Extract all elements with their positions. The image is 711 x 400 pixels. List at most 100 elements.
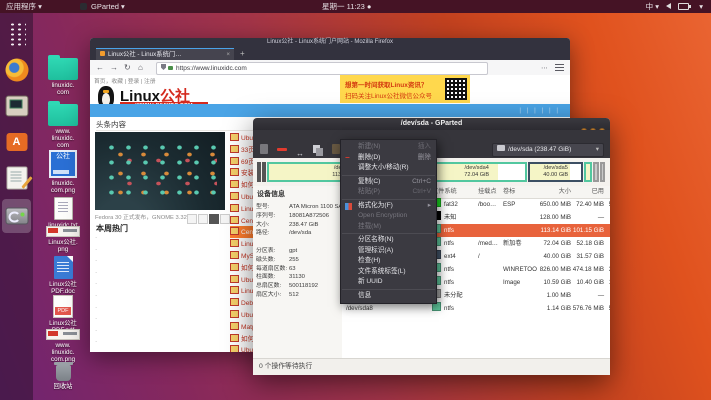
device-info-row: 大小:238.47 GiB	[256, 219, 340, 228]
menu-item-shortcut: Ctrl+V	[412, 187, 431, 198]
hot-list-link[interactable]	[95, 234, 227, 246]
menu-item[interactable]: 格式化为(F) ▸	[341, 201, 436, 212]
device-selector[interactable]: /dev/sda (238.47 GiB) ▾	[492, 143, 604, 157]
partition-segment[interactable]	[257, 162, 261, 182]
dock-item-icon[interactable]: A	[3, 127, 30, 157]
desktop-icon[interactable]: linuxidc. com	[36, 58, 90, 96]
back-button[interactable]: ←	[96, 62, 104, 73]
partition-segment[interactable]: /dev/sda5 40.00 GiB	[528, 162, 583, 182]
menu-item[interactable]: 管理标识(A)	[341, 246, 436, 257]
site-nav-item[interactable]	[519, 107, 521, 114]
menu-item[interactable]: 检查(H)	[341, 256, 436, 267]
hot-list-link[interactable]	[95, 304, 227, 316]
menu-item[interactable]: 调整大小/移动(R)	[341, 163, 436, 174]
home-button[interactable]: ⌂	[138, 62, 143, 73]
volume-icon[interactable]	[666, 3, 671, 9]
hot-list-link[interactable]	[95, 257, 227, 269]
desktop-icon[interactable]: linuxidc.txt	[36, 197, 90, 229]
dock-item-icon[interactable]	[3, 55, 30, 85]
url-bar[interactable]: https://www.linuxidc.com	[156, 62, 488, 75]
attachment-icon	[230, 275, 239, 283]
attachment-icon	[230, 239, 239, 247]
lock-icon	[168, 66, 173, 70]
system-menu-caret[interactable]: ▾	[699, 2, 703, 11]
site-navbar	[90, 104, 570, 117]
hot-list-link[interactable]	[95, 338, 227, 350]
forward-button[interactable]: →	[110, 62, 118, 73]
file-label: www. linuxidc. com.png	[36, 342, 90, 363]
pager-button[interactable]	[187, 214, 197, 224]
pager-button[interactable]	[198, 214, 208, 224]
menu-item[interactable]: 复制(C) Ctrl+C	[341, 177, 436, 188]
partition-segment[interactable]	[593, 162, 599, 182]
battery-icon[interactable]	[678, 3, 689, 10]
file-label: Linux公社. png	[36, 239, 90, 253]
file-icon	[46, 329, 80, 340]
ad-banner[interactable]: 想第一时间获取Linux资讯？ 扫码关注Linux公社微信公众号	[340, 75, 470, 103]
site-nav-item[interactable]	[532, 107, 535, 114]
site-nav-item[interactable]	[555, 107, 558, 114]
page-actions-icon[interactable]: ⋯	[541, 63, 548, 74]
copy-button[interactable]	[311, 143, 325, 155]
site-nav-item[interactable]	[525, 107, 528, 114]
desktop-icon[interactable]: 回收站	[36, 365, 90, 390]
menu-item[interactable]: 分区名称(N)	[341, 235, 436, 246]
clock[interactable]: 星期一 11:23 ●	[322, 2, 371, 11]
device-info-row	[256, 236, 340, 245]
featured-screenshot[interactable]	[95, 132, 225, 210]
reload-button[interactable]: ↻	[124, 62, 131, 73]
menu-item[interactable]: 新建(N) 插入	[341, 142, 436, 153]
hot-list-link[interactable]	[95, 280, 227, 292]
desktop-icon[interactable]: Linux公社. png	[36, 226, 90, 253]
pager-button[interactable]	[209, 214, 219, 224]
delete-partition-button[interactable]	[275, 143, 289, 155]
menu-item[interactable]: 信息	[341, 291, 436, 302]
new-partition-button[interactable]	[257, 143, 271, 155]
new-tab-button[interactable]: +	[240, 49, 245, 58]
applications-menu[interactable]: 应用程序 ▾	[6, 2, 42, 11]
gparted-titlebar[interactable]: /dev/sda - GParted	[253, 118, 610, 130]
ime-indicator[interactable]: 中 ▾	[646, 2, 659, 11]
desktop-icon[interactable]: www. linuxidc. com.png	[36, 329, 90, 363]
pager-button[interactable]	[220, 214, 230, 224]
menu-item[interactable]: 新 UUID	[341, 277, 436, 288]
browser-tab[interactable]: Linux公社 - Linux系统门… ×	[96, 48, 234, 60]
menu-item[interactable]: 挂载(M)	[341, 222, 436, 233]
menu-item[interactable]: 粘贴(P) Ctrl+V	[341, 187, 436, 198]
hot-list-link[interactable]	[95, 246, 227, 258]
dock-item-icon[interactable]	[3, 91, 30, 121]
page-top-links[interactable]: 首页，收藏 | 登录 | 注册	[94, 76, 156, 85]
file-icon	[56, 365, 71, 381]
hot-list-link[interactable]	[95, 269, 227, 281]
menu-item-icon: −	[345, 153, 355, 164]
active-app-menu[interactable]: GParted ▾	[91, 2, 125, 11]
partition-segment[interactable]	[600, 162, 605, 182]
partition-segment[interactable]: /dev/sda4 72.04 GiB	[426, 162, 527, 182]
desktop-icon[interactable]: Linux公社 PDF.doc	[36, 256, 90, 295]
dock-item-icon[interactable]	[3, 163, 30, 193]
site-nav-item[interactable]	[540, 107, 543, 114]
menu-item[interactable]: 文件系统标签(L)	[341, 267, 436, 278]
hot-list-link[interactable]	[95, 315, 227, 327]
dock-item-icon[interactable]	[2, 199, 31, 233]
tracking-shield-icon[interactable]	[161, 64, 166, 70]
firefox-titlebar[interactable]: Linux公社 - Linux系统门户网站 - Mozilla Firefox	[90, 38, 570, 47]
file-icon	[54, 256, 73, 279]
desktop-icon[interactable]: www. linuxidc. com	[36, 104, 90, 149]
file-icon	[46, 226, 80, 237]
menu-item[interactable]: − 删除(D) 删除	[341, 153, 436, 164]
site-nav-item[interactable]	[547, 107, 550, 114]
menu-item[interactable]: Open Encryption	[341, 211, 436, 222]
tab-close-icon[interactable]: ×	[226, 49, 230, 60]
hot-list-link[interactable]	[95, 292, 227, 304]
resize-move-button[interactable]: ↔	[293, 143, 307, 155]
partition-segment[interactable]	[262, 162, 266, 182]
tab-favicon	[100, 51, 105, 56]
partition-segment[interactable]	[584, 162, 592, 182]
hot-list-link[interactable]	[95, 327, 227, 339]
desktop-icon[interactable]: 公社 linuxidc. com.png	[36, 150, 90, 194]
hamburger-menu-icon[interactable]	[555, 64, 564, 71]
gparted-window: /dev/sda - GParted ↔ ↶ ✓ /dev/sda (238.4…	[253, 118, 610, 375]
dock-item-icon[interactable]	[3, 19, 30, 49]
screenshot-caption[interactable]: Fedora 30 正式发布，GNOME 3.32…	[95, 212, 193, 221]
